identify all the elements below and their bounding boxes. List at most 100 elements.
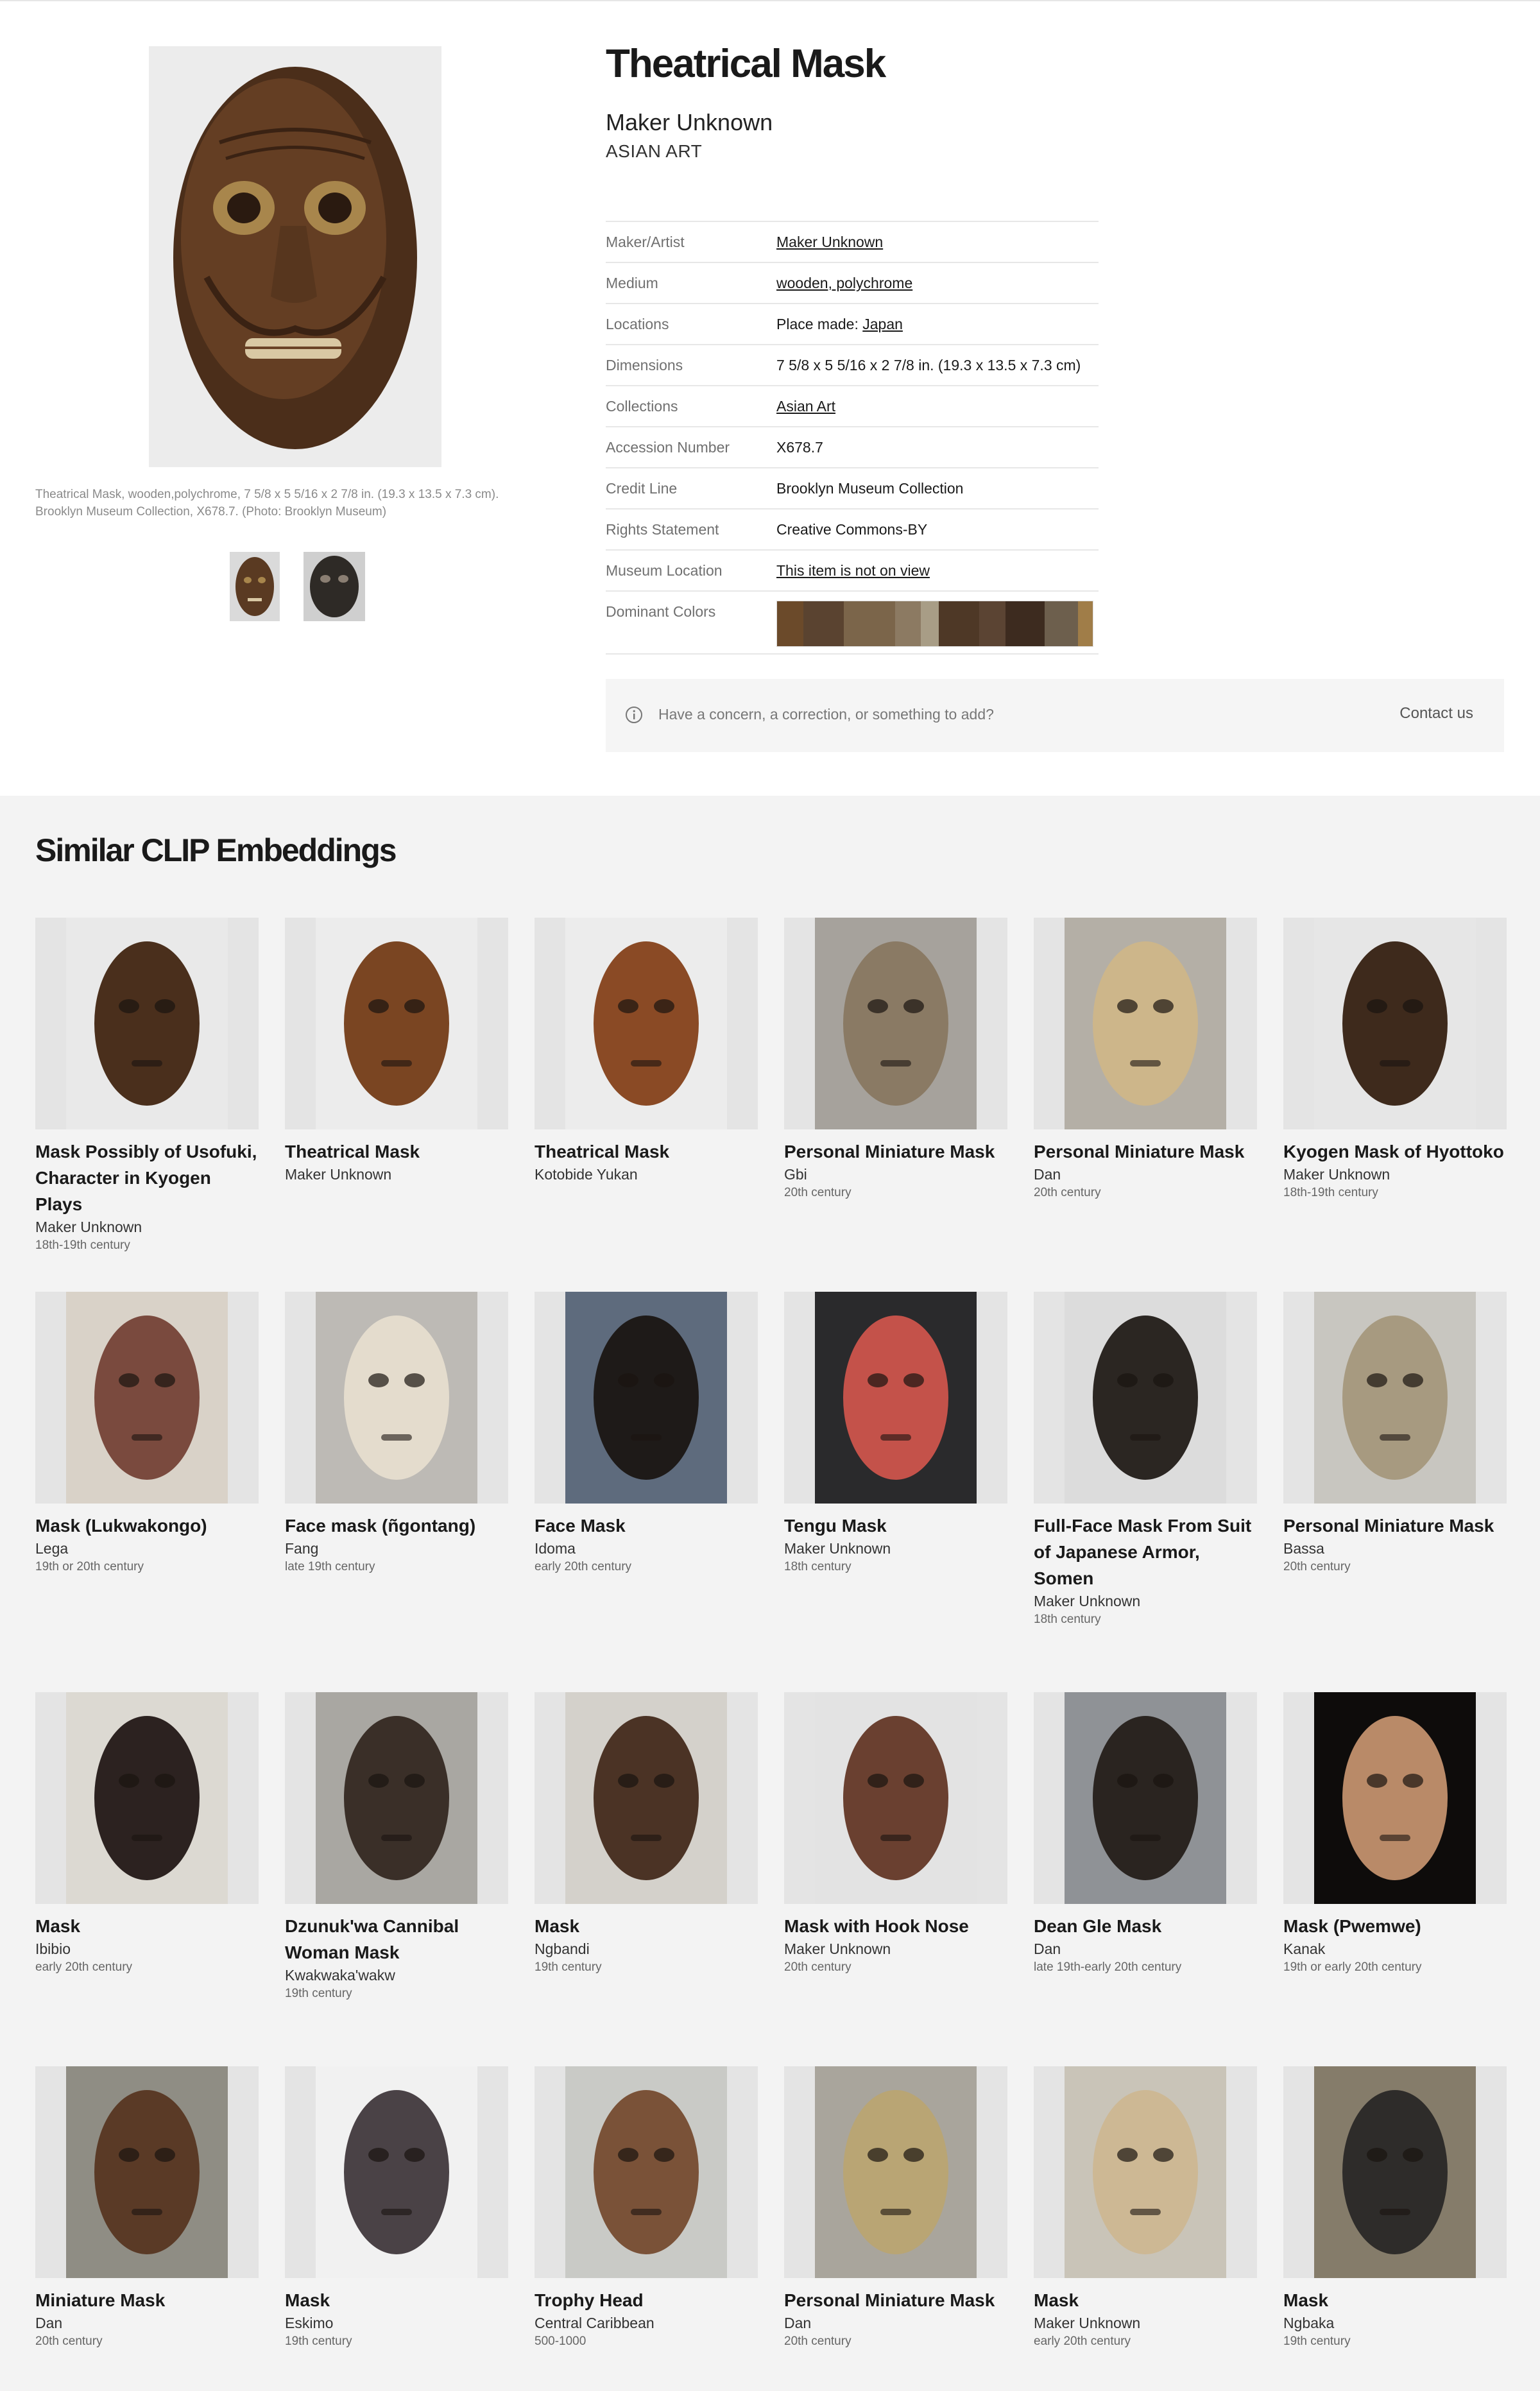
similar-card-title[interactable]: Mask bbox=[535, 1913, 758, 1939]
similar-card-title[interactable]: Mask bbox=[285, 2287, 508, 2313]
similar-card-title[interactable]: Face mask (ñgontang) bbox=[285, 1513, 508, 1539]
similar-card-title[interactable]: Dzunuk'wa Cannibal Woman Mask bbox=[285, 1913, 508, 1966]
similar-card[interactable]: Face Mask Idoma early 20th century bbox=[535, 1292, 758, 1576]
similar-card-title[interactable]: Kyogen Mask of Hyottoko bbox=[1283, 1138, 1507, 1165]
similar-card-image[interactable] bbox=[285, 918, 508, 1129]
similar-card[interactable]: Personal Miniature Mask Dan 20th century bbox=[784, 2066, 1007, 2351]
similar-card-image[interactable] bbox=[1034, 918, 1257, 1129]
mask-shape bbox=[594, 1716, 699, 1880]
mask-mouth bbox=[1130, 1060, 1161, 1067]
museum-location-link[interactable]: This item is not on view bbox=[776, 562, 930, 579]
mask-eye bbox=[868, 1774, 888, 1788]
mask-eye bbox=[119, 999, 139, 1013]
mask-eye bbox=[1403, 1774, 1423, 1788]
similar-card-title[interactable]: Personal Miniature Mask bbox=[784, 2287, 1007, 2313]
similar-card-title[interactable]: Mask bbox=[1283, 2287, 1507, 2313]
similar-card-title[interactable]: Mask with Hook Nose bbox=[784, 1913, 1007, 1939]
similar-card-title[interactable]: Mask (Pwemwe) bbox=[1283, 1913, 1507, 1939]
similar-card-title[interactable]: Trophy Head bbox=[535, 2287, 758, 2313]
similar-card[interactable]: Theatrical Mask Kotobide Yukan bbox=[535, 918, 758, 1184]
similar-card-title[interactable]: Personal Miniature Mask bbox=[1034, 1138, 1257, 1165]
similar-card-image[interactable] bbox=[535, 918, 758, 1129]
similar-card-title[interactable]: Theatrical Mask bbox=[535, 1138, 758, 1165]
fact-label: Credit Line bbox=[606, 480, 678, 497]
similar-card-image[interactable] bbox=[784, 1292, 1007, 1504]
similar-card[interactable]: Face mask (ñgontang) Fang late 19th centur… bbox=[285, 1292, 508, 1576]
similar-card-image[interactable] bbox=[535, 1692, 758, 1904]
main-object-image[interactable] bbox=[149, 46, 441, 467]
similar-card[interactable]: Mask Maker Unknown early 20th century bbox=[1034, 2066, 1257, 2351]
similar-card[interactable]: Miniature Mask Dan 20th century bbox=[35, 2066, 259, 2351]
similar-card[interactable]: Personal Miniature Mask Bassa 20th century bbox=[1283, 1292, 1507, 1576]
similar-card-image[interactable] bbox=[1283, 918, 1507, 1129]
mask-thumbnail bbox=[1314, 1292, 1476, 1504]
collection-link[interactable]: Asian Art bbox=[776, 398, 835, 415]
similar-card[interactable]: Mask Eskimo 19th century bbox=[285, 2066, 508, 2351]
similar-card[interactable]: Personal Miniature Mask Gbi 20th century bbox=[784, 918, 1007, 1202]
similar-card[interactable]: Dzunuk'wa Cannibal Woman Mask Kwakwaka'wa… bbox=[285, 1692, 508, 2003]
similar-card[interactable]: Mask (Pwemwe) Kanak 19th or early 20th cen… bbox=[1283, 1692, 1507, 1976]
location-link[interactable]: Japan bbox=[862, 316, 903, 332]
similar-card-title[interactable]: Full-Face Mask From Suit of Japanese Arm… bbox=[1034, 1513, 1257, 1591]
similar-card[interactable]: Kyogen Mask of Hyottoko Maker Unknown 18th… bbox=[1283, 918, 1507, 1202]
similar-card[interactable]: Mask with Hook Nose Maker Unknown 20th cen… bbox=[784, 1692, 1007, 1976]
similar-card-image[interactable] bbox=[35, 1692, 259, 1904]
similar-card-title[interactable]: Mask bbox=[1034, 2287, 1257, 2313]
similar-card-title[interactable]: Personal Miniature Mask bbox=[1283, 1513, 1507, 1539]
similar-card-image[interactable] bbox=[285, 1692, 508, 1904]
thumbnail-1[interactable] bbox=[230, 552, 280, 621]
similar-card-title[interactable]: Personal Miniature Mask bbox=[784, 1138, 1007, 1165]
similar-card-title[interactable]: Face Mask bbox=[535, 1513, 758, 1539]
mask-eye bbox=[404, 2148, 425, 2162]
mask-shape bbox=[1093, 941, 1198, 1106]
similar-card-image[interactable] bbox=[535, 2066, 758, 2278]
similar-card[interactable]: Mask Possibly of Usofuki, Character in K… bbox=[35, 918, 259, 1255]
similar-card-title[interactable]: Tengu Mask bbox=[784, 1513, 1007, 1539]
similar-card-title[interactable]: Mask (Lukwakongo) bbox=[35, 1513, 259, 1539]
similar-card-image[interactable] bbox=[1034, 2066, 1257, 2278]
similar-card-date: early 20th century bbox=[1034, 2335, 1131, 2348]
similar-card-image[interactable] bbox=[35, 2066, 259, 2278]
similar-card[interactable]: Mask (Lukwakongo) Lega 19th or 20th centur… bbox=[35, 1292, 259, 1576]
similar-card-image[interactable] bbox=[784, 1692, 1007, 1904]
similar-card[interactable]: Full-Face Mask From Suit of Japanese Arm… bbox=[1034, 1292, 1257, 1629]
similar-card-title[interactable]: Miniature Mask bbox=[35, 2287, 259, 2313]
similar-card[interactable]: Theatrical Mask Maker Unknown bbox=[285, 918, 508, 1184]
mask-thumbnail bbox=[66, 2066, 228, 2278]
similar-card[interactable]: Dean Gle Mask Dan late 19th-early 20th cen… bbox=[1034, 1692, 1257, 1976]
similar-card-image[interactable] bbox=[784, 2066, 1007, 2278]
similar-card-image[interactable] bbox=[285, 2066, 508, 2278]
similar-card[interactable]: Mask Ngbaka 19th century bbox=[1283, 2066, 1507, 2351]
fact-label: Rights Statement bbox=[606, 521, 719, 538]
contact-us-button[interactable]: Contact us bbox=[1399, 705, 1473, 723]
mask-thumbnail bbox=[66, 1292, 228, 1504]
similar-card-image[interactable] bbox=[1283, 2066, 1507, 2278]
similar-card-image[interactable] bbox=[1034, 1292, 1257, 1504]
similar-card-maker: Ngbaka bbox=[1283, 2315, 1335, 2331]
similar-card[interactable]: Mask Ngbandi 19th century bbox=[535, 1692, 758, 1976]
mask-shape bbox=[1093, 1315, 1198, 1480]
mask-eye bbox=[1367, 1373, 1387, 1387]
similar-card-title[interactable]: Mask bbox=[35, 1913, 259, 1939]
similar-card-image[interactable] bbox=[285, 1292, 508, 1504]
similar-card[interactable]: Personal Miniature Mask Dan 20th century bbox=[1034, 918, 1257, 1202]
mask-shape bbox=[94, 2090, 200, 2254]
similar-card-title[interactable]: Dean Gle Mask bbox=[1034, 1913, 1257, 1939]
similar-card-title[interactable]: Mask Possibly of Usofuki, Character in K… bbox=[35, 1138, 259, 1217]
similar-card[interactable]: Mask Ibibio early 20th century bbox=[35, 1692, 259, 1976]
similar-card-title[interactable]: Theatrical Mask bbox=[285, 1138, 508, 1165]
similar-card-image[interactable] bbox=[784, 918, 1007, 1129]
similar-card-image[interactable] bbox=[535, 1292, 758, 1504]
similar-card-image[interactable] bbox=[35, 918, 259, 1129]
mask-eye bbox=[404, 1774, 425, 1788]
similar-card-image[interactable] bbox=[1283, 1692, 1507, 1904]
thumbnail-2[interactable] bbox=[304, 552, 365, 621]
similar-card-image[interactable] bbox=[35, 1292, 259, 1504]
similar-card[interactable]: Tengu Mask Maker Unknown 18th century bbox=[784, 1292, 1007, 1576]
mask-shape bbox=[344, 1315, 449, 1480]
similar-card-image[interactable] bbox=[1283, 1292, 1507, 1504]
maker-link[interactable]: Maker Unknown bbox=[776, 234, 883, 250]
similar-card-image[interactable] bbox=[1034, 1692, 1257, 1904]
medium-link[interactable]: wooden, polychrome bbox=[776, 275, 912, 291]
similar-card[interactable]: Trophy Head Central Caribbean 500-1000 bbox=[535, 2066, 758, 2351]
